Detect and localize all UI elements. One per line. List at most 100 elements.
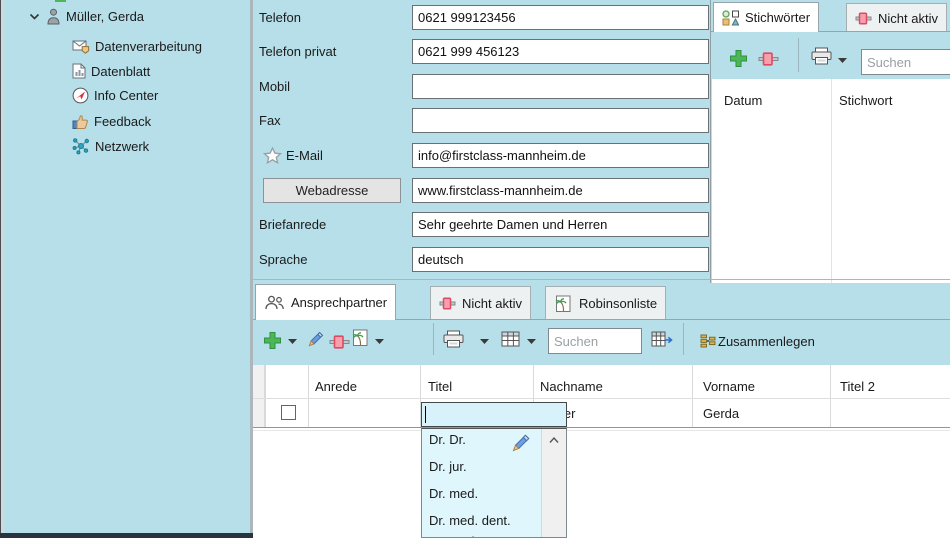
print-button[interactable] xyxy=(811,47,832,65)
tree-item-label: Müller, Gerda xyxy=(66,9,144,24)
app-window: Müller, Gerda Datenverarbeitung Datenbla… xyxy=(0,0,950,538)
caret-down-icon[interactable] xyxy=(288,339,297,344)
tree-item-datenblatt[interactable]: Datenblatt xyxy=(72,61,150,81)
keywords-search-input[interactable] xyxy=(861,49,950,75)
titel-dropdown-list[interactable]: Dr. Dr. Dr. jur. Dr. med. Dr. med. dent.… xyxy=(421,428,567,538)
sidebar-tree: Müller, Gerda Datenverarbeitung Datenbla… xyxy=(0,0,250,538)
text-cursor xyxy=(425,406,426,423)
caret-down-icon[interactable] xyxy=(375,339,384,344)
email-field[interactable] xyxy=(412,143,709,168)
contacts-search-input[interactable] xyxy=(548,328,642,354)
contacts-table: Anrede Titel Nachname Vorname Titel 2 Mü… xyxy=(253,365,950,538)
connector-icon xyxy=(439,297,456,310)
robinson-button[interactable] xyxy=(351,329,370,347)
tab-label: Nicht aktiv xyxy=(462,296,522,311)
toolbar-separator xyxy=(433,323,434,355)
caret-down-icon[interactable] xyxy=(527,339,536,344)
tree-item-label: Info Center xyxy=(94,88,158,103)
header-border xyxy=(253,398,950,399)
merge-button[interactable]: Zusammenlegen xyxy=(718,334,815,349)
tree-item-netzwerk[interactable]: Netzwerk xyxy=(72,136,149,156)
telefon-privat-field[interactable] xyxy=(412,39,709,64)
dropdown-scrollbar[interactable] xyxy=(541,429,566,538)
star-icon[interactable] xyxy=(263,147,282,165)
shapes-icon xyxy=(722,10,739,26)
column-header-titel[interactable]: Titel xyxy=(428,379,452,394)
mobil-field[interactable] xyxy=(412,74,709,99)
column-header-anrede[interactable]: Anrede xyxy=(315,379,357,394)
dropdown-item[interactable]: Dr. med. xyxy=(429,481,478,507)
contacts-panel: Ansprechpartner Nicht aktiv Robinsonlist… xyxy=(253,283,950,538)
pencil-icon[interactable] xyxy=(508,432,532,456)
tab-robinsonliste[interactable]: Robinsonliste xyxy=(545,286,666,320)
compass-icon xyxy=(72,87,89,104)
tab-label: Robinsonliste xyxy=(579,296,657,311)
keywords-list[interactable]: Datum Stichwort xyxy=(712,79,950,283)
print-button[interactable] xyxy=(443,330,464,348)
tab-label: Ansprechpartner xyxy=(291,295,387,310)
field-label-telefon-privat: Telefon privat xyxy=(259,44,336,59)
column-header-datum[interactable]: Datum xyxy=(724,93,762,108)
titel-edit-cell[interactable] xyxy=(421,402,567,427)
deactivate-keyword-button[interactable] xyxy=(758,52,779,66)
telefon-field[interactable] xyxy=(412,5,709,30)
row-checkbox[interactable] xyxy=(281,405,296,420)
people-icon xyxy=(264,295,285,310)
caret-down-icon[interactable] xyxy=(480,339,489,344)
tab-ansprechpartner[interactable]: Ansprechpartner xyxy=(255,284,396,320)
envelope-shield-icon xyxy=(72,39,90,54)
column-header-stichwort[interactable]: Stichwort xyxy=(839,93,892,108)
dropdown-item[interactable]: Dr. med. vet. xyxy=(429,529,503,538)
sidebar-footer-bar xyxy=(0,533,253,538)
chevron-down-icon[interactable] xyxy=(28,10,41,23)
tree-item-datenverarbeitung[interactable]: Datenverarbeitung xyxy=(72,36,202,56)
palm-document-icon xyxy=(554,295,573,313)
tab-nicht-aktiv-keywords[interactable]: Nicht aktiv xyxy=(846,3,947,32)
row-selector-column[interactable] xyxy=(253,365,265,427)
merge-icon[interactable] xyxy=(700,334,716,348)
column-divider xyxy=(831,79,832,283)
fax-field[interactable] xyxy=(412,108,709,133)
network-icon xyxy=(72,137,90,155)
pencil-icon[interactable] xyxy=(305,330,325,350)
thumbs-up-icon xyxy=(72,113,89,130)
document-chart-icon xyxy=(72,63,86,79)
keywords-panel: Stichwörter Nicht aktiv Datum Stichwort xyxy=(710,0,950,283)
column-header-vorname[interactable]: Vorname xyxy=(703,379,755,394)
caret-down-icon[interactable] xyxy=(838,58,847,63)
webadresse-button[interactable]: Webadresse xyxy=(263,178,401,203)
grid-view-button[interactable] xyxy=(501,331,520,347)
add-keyword-button[interactable] xyxy=(729,49,748,68)
deactivate-contact-button[interactable] xyxy=(329,335,350,349)
field-label-fax: Fax xyxy=(259,113,281,128)
tree-item-label: Netzwerk xyxy=(95,139,149,154)
field-label-sprache: Sprache xyxy=(259,252,307,267)
cell-vorname[interactable]: Gerda xyxy=(703,406,739,421)
tab-nicht-aktiv-contacts[interactable]: Nicht aktiv xyxy=(430,286,531,320)
scroll-up-icon xyxy=(549,437,559,443)
column-header-titel2[interactable]: Titel 2 xyxy=(840,379,875,394)
tree-item-mueller-gerda[interactable]: Müller, Gerda xyxy=(28,6,144,26)
export-grid-icon[interactable] xyxy=(651,331,673,347)
toolbar-separator xyxy=(798,38,799,72)
tree-item-label: Datenverarbeitung xyxy=(95,39,202,54)
field-label-email: E-Mail xyxy=(286,148,323,163)
window-edge-highlight xyxy=(1,0,4,538)
dropdown-item[interactable]: Dr. jur. xyxy=(429,454,467,480)
row-border xyxy=(253,427,950,428)
dropdown-item[interactable]: Dr. Dr. xyxy=(429,428,466,453)
webadresse-field[interactable] xyxy=(412,178,709,203)
connector-icon xyxy=(855,12,872,25)
briefanrede-field[interactable] xyxy=(412,212,709,237)
tree-item-info-center[interactable]: Info Center xyxy=(72,85,158,105)
tab-stichwoerter[interactable]: Stichwörter xyxy=(713,2,819,32)
column-header-nachname[interactable]: Nachname xyxy=(540,379,603,394)
sprache-field[interactable] xyxy=(412,247,709,272)
section-divider xyxy=(253,279,950,280)
add-contact-button[interactable] xyxy=(263,331,282,350)
clipped-item-fragment xyxy=(55,0,66,2)
tree-item-feedback[interactable]: Feedback xyxy=(72,111,151,131)
field-label-mobil: Mobil xyxy=(259,79,290,94)
field-label-briefanrede: Briefanrede xyxy=(259,217,326,232)
field-label-telefon: Telefon xyxy=(259,10,301,25)
